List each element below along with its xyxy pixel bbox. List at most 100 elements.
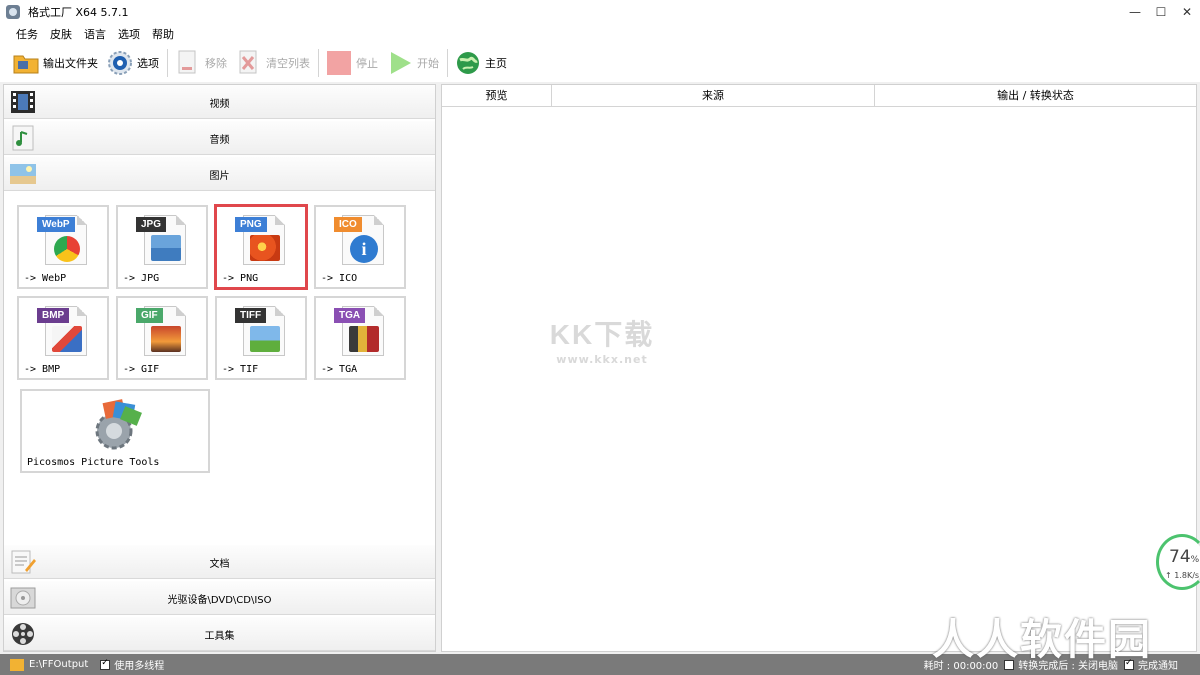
format-tile-label: -> BMP [24, 364, 61, 375]
task-list-panel: 预览 来源 输出 / 转换状态 KK下载 www.kkx.net [441, 84, 1197, 652]
browser-logo-icon [54, 236, 80, 262]
menu-skin[interactable]: 皮肤 [44, 26, 78, 42]
watermark-url: www.kkx.net [556, 353, 648, 366]
window-title: 格式工厂 X64 5.7.1 [28, 6, 129, 19]
format-tile-png[interactable]: PNG -> PNG [215, 205, 307, 289]
category-document[interactable]: 文档 [4, 545, 435, 579]
clear-list-button[interactable]: 清空列表 [235, 47, 310, 79]
format-badge: JPG [136, 217, 167, 232]
category-document-label: 文档 [209, 559, 230, 570]
format-tile-tga[interactable]: TGA -> TGA [314, 296, 406, 380]
home-label: 主页 [485, 57, 507, 70]
maximize-button[interactable]: ☐ [1148, 0, 1174, 24]
info-icon: i [350, 235, 378, 263]
remove-doc-icon [174, 49, 202, 77]
play-icon [386, 49, 414, 77]
format-badge: PNG [235, 217, 267, 232]
format-tile-webp[interactable]: WebP -> WebP [17, 205, 109, 289]
menu-language[interactable]: 语言 [78, 26, 112, 42]
format-factory-window: 格式工厂 X64 5.7.1 — ☐ ✕ 任务 皮肤 语言 选项 帮助 输出文件… [0, 0, 1200, 675]
sunset-picture-icon [151, 326, 181, 352]
multithread-checkbox[interactable] [100, 658, 111, 670]
stop-icon [325, 49, 353, 77]
options-button[interactable]: 选项 [106, 47, 159, 79]
meadow-picture-icon [250, 326, 280, 352]
category-disc-label: 光驱设备\DVD\CD\ISO [167, 595, 272, 606]
clear-x-icon [235, 49, 263, 77]
toolbar-separator [167, 49, 168, 77]
globe-icon [454, 49, 482, 77]
remove-button[interactable]: 移除 [174, 47, 227, 79]
folder-icon [12, 49, 40, 77]
picture-tools-tile[interactable]: Picosmos Picture Tools [20, 389, 210, 473]
format-tile-ico[interactable]: ICO i -> ICO [314, 205, 406, 289]
format-badge: TGA [334, 308, 366, 323]
category-tools[interactable]: 工具集 [4, 617, 435, 651]
category-disc[interactable]: 光驱设备\DVD\CD\ISO [4, 581, 435, 615]
category-audio-label: 音频 [209, 135, 230, 146]
format-tile-tif[interactable]: TIFF -> TIF [215, 296, 307, 380]
format-tile-label: -> ICO [321, 273, 358, 284]
column-output-status[interactable]: 输出 / 转换状态 [875, 85, 1196, 107]
remove-label: 移除 [205, 57, 227, 70]
speed-rate: ↑ 1.8K/s [1165, 571, 1200, 580]
category-tools-label: 工具集 [204, 631, 235, 642]
home-button[interactable]: 主页 [454, 47, 507, 79]
multithread-label: 使用多线程 [114, 661, 165, 672]
watermark-title: KK下载 [549, 319, 655, 350]
network-speed-widget[interactable]: 74% ↑ 1.8K/s [1156, 534, 1200, 590]
toolbar-separator [318, 49, 319, 77]
format-tile-label: -> TGA [321, 364, 358, 375]
output-folder-status-icon [10, 658, 24, 671]
format-badge: TIFF [235, 308, 267, 323]
category-image-label: 图片 [209, 171, 230, 182]
format-badge: ICO [334, 217, 362, 232]
clear-list-label: 清空列表 [266, 57, 310, 70]
format-tile-label: -> JPG [123, 273, 160, 284]
category-image[interactable]: 图片 [4, 157, 435, 191]
menu-options[interactable]: 选项 [112, 26, 146, 42]
format-tile-gif[interactable]: GIF -> GIF [116, 296, 208, 380]
title-bar: 格式工厂 X64 5.7.1 — ☐ ✕ [0, 0, 1200, 24]
landscape-picture-icon [151, 235, 181, 261]
output-path[interactable]: E:\FFOutput [29, 659, 88, 670]
toolbar: 输出文件夹 选项 移除 清空列表 停止 开始 主页 [0, 44, 1200, 82]
task-list-header: 预览 来源 输出 / 转换状态 [442, 85, 1196, 107]
category-panel: 视频 音频 图片 WebP -> WebP JPG -> JPG PNG -> … [3, 84, 436, 652]
toolbar-separator [447, 49, 448, 77]
picture-tools-icon [86, 397, 146, 451]
menu-bar: 任务 皮肤 语言 选项 帮助 [0, 24, 1200, 44]
format-badge: WebP [37, 217, 75, 232]
column-preview[interactable]: 预览 [442, 85, 552, 107]
start-button[interactable]: 开始 [386, 47, 439, 79]
format-badge: BMP [37, 308, 70, 323]
output-folder-button[interactable]: 输出文件夹 [12, 47, 98, 79]
paint-picture-icon [52, 326, 82, 352]
category-audio[interactable]: 音频 [4, 121, 435, 155]
column-source[interactable]: 来源 [552, 85, 875, 107]
speed-percent: 74% [1169, 547, 1200, 567]
format-tile-bmp[interactable]: BMP -> BMP [17, 296, 109, 380]
category-video[interactable]: 视频 [4, 85, 435, 119]
format-badge: GIF [136, 308, 163, 323]
format-tile-label: -> GIF [123, 364, 160, 375]
flower-picture-icon [250, 235, 280, 261]
format-tile-jpg[interactable]: JPG -> JPG [116, 205, 208, 289]
format-tile-label: -> WebP [24, 273, 67, 284]
close-button[interactable]: ✕ [1174, 0, 1200, 24]
menu-task[interactable]: 任务 [10, 26, 44, 42]
crayon-picture-icon [349, 326, 379, 352]
stop-button[interactable]: 停止 [325, 47, 378, 79]
category-video-label: 视频 [209, 99, 230, 110]
options-label: 选项 [137, 57, 159, 70]
start-label: 开始 [417, 57, 439, 70]
stop-label: 停止 [356, 57, 378, 70]
gear-icon [106, 49, 134, 77]
output-folder-label: 输出文件夹 [43, 57, 98, 70]
minimize-button[interactable]: — [1122, 0, 1148, 24]
watermark: KK下载 www.kkx.net [542, 313, 662, 366]
picture-tools-label: Picosmos Picture Tools [27, 457, 160, 468]
app-icon [6, 5, 20, 19]
menu-help[interactable]: 帮助 [146, 26, 180, 42]
window-controls: — ☐ ✕ [1122, 0, 1200, 24]
